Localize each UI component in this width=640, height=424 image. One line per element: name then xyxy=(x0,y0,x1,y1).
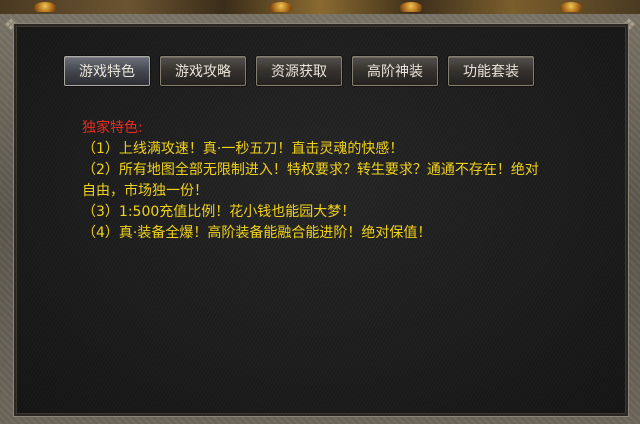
feature-line: （1）上线满攻速！真·一秒五刀！直击灵魂的快感！ xyxy=(82,141,404,157)
top-decorative-banner xyxy=(0,0,640,15)
gem-ornament-icon xyxy=(560,2,582,12)
tab-game-features[interactable]: 游戏特色 xyxy=(64,56,150,86)
tab-resource-acquisition[interactable]: 资源获取 xyxy=(256,56,342,86)
feature-line: （3）1:500充值比例！花小钱也能园大梦！ xyxy=(82,204,356,220)
feature-line: （4）真·装备全爆！高阶装备能融合能进阶！绝对保值！ xyxy=(82,225,432,241)
gem-ornament-icon xyxy=(270,2,292,12)
feature-line: 自由，市场独一份！ xyxy=(82,183,208,199)
tab-high-tier-gear[interactable]: 高阶神装 xyxy=(352,56,438,86)
tab-function-sets[interactable]: 功能套装 xyxy=(448,56,534,86)
tab-bar: 游戏特色 游戏攻略 资源获取 高阶神装 功能套装 xyxy=(64,56,534,86)
tab-game-guide[interactable]: 游戏攻略 xyxy=(160,56,246,86)
features-content: 独家特色: （1）上线满攻速！真·一秒五刀！直击灵魂的快感！ （2）所有地图全部… xyxy=(82,118,582,244)
feature-line: （2）所有地图全部无限制进入！特权要求？转生要求？通通不存在！绝对 xyxy=(82,162,539,178)
gem-ornament-icon xyxy=(34,2,56,12)
gem-ornament-icon xyxy=(400,2,422,12)
section-heading: 独家特色: xyxy=(82,120,143,136)
